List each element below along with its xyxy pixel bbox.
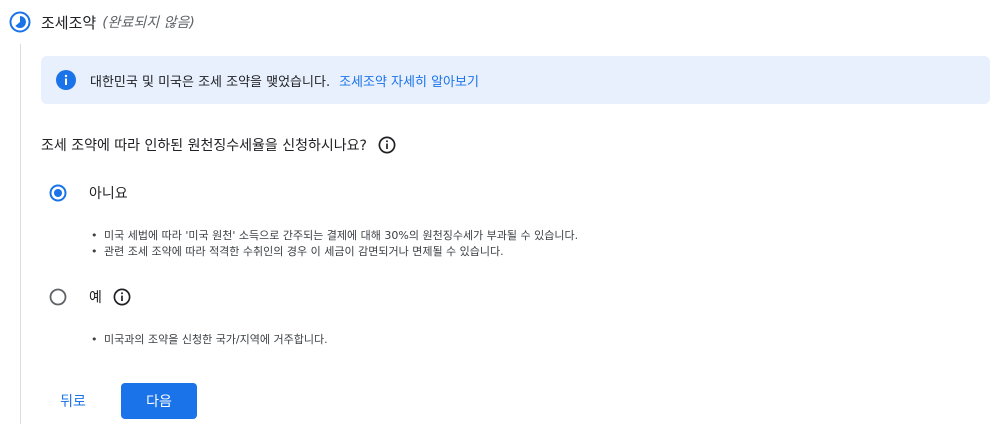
list-item: 미국과의 조약을 신청한 국가/지역에 거주합니다. xyxy=(91,332,328,348)
progress-circle-icon xyxy=(9,11,31,33)
step-header: 조세조약 (완료되지 않음) xyxy=(9,10,195,34)
option-no-details: 미국 세법에 따라 '미국 원천' 소득으로 간주되는 결제에 대해 30%의 … xyxy=(91,228,578,260)
option-no[interactable]: 아니요 xyxy=(49,182,128,204)
option-yes[interactable]: 예 xyxy=(49,286,131,308)
question-help-icon[interactable] xyxy=(378,136,396,154)
back-button[interactable]: 뒤로 xyxy=(45,384,101,418)
info-text: 대한민국 및 미국은 조세 조약을 맺었습니다. xyxy=(90,74,331,90)
option-yes-details: 미국과의 조약을 신청한 국가/지역에 거주합니다. xyxy=(91,332,328,348)
question: 조세 조약에 따라 인하된 원천징수세율을 신청하시나요? xyxy=(41,134,396,156)
list-item: 관련 조세 조약에 따라 적격한 수취인의 경우 이 세금이 감면되거나 면제될… xyxy=(91,244,578,260)
learn-more-link[interactable]: 조세조약 자세히 알아보기 xyxy=(339,71,479,90)
step-title: 조세조약 xyxy=(41,13,97,32)
question-text: 조세 조약에 따라 인하된 원천징수세율을 신청하시나요? xyxy=(41,138,367,154)
option-yes-help-icon[interactable] xyxy=(113,288,131,306)
radio-no[interactable] xyxy=(49,184,67,202)
info-banner: 대한민국 및 미국은 조세 조약을 맺었습니다. 조세조약 자세히 알아보기 xyxy=(41,56,990,104)
step-status: (완료되지 않음) xyxy=(102,15,195,31)
info-filled-icon xyxy=(56,70,76,90)
next-button[interactable]: 다음 xyxy=(121,383,197,419)
radio-yes[interactable] xyxy=(49,288,67,306)
option-yes-label[interactable]: 예 xyxy=(89,287,102,307)
option-no-label[interactable]: 아니요 xyxy=(89,183,128,203)
step-connector-line xyxy=(20,44,21,424)
list-item: 미국 세법에 따라 '미국 원천' 소득으로 간주되는 결제에 대해 30%의 … xyxy=(91,228,578,244)
